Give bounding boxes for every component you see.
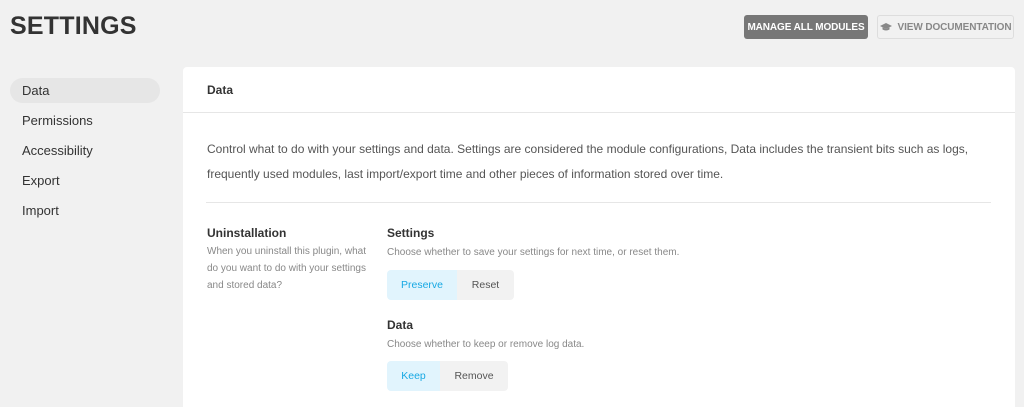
settings-group-description: Choose whether to save your settings for… [387, 247, 680, 258]
keep-button[interactable]: Keep [387, 361, 440, 391]
sidebar-item-data[interactable]: Data [10, 78, 160, 103]
view-documentation-button[interactable]: VIEW DOCUMENTATION [877, 15, 1014, 39]
uninstallation-description: When you uninstall this plugin, what do … [207, 246, 366, 291]
remove-button[interactable]: Remove [440, 361, 508, 391]
graduation-cap-icon [879, 22, 892, 32]
settings-group-title: Settings [387, 226, 435, 240]
data-settings-panel: Data Control what to do with your settin… [183, 67, 1015, 407]
data-toggle-group: Keep Remove [387, 361, 508, 391]
view-documentation-label: VIEW DOCUMENTATION [897, 21, 1012, 33]
page-title: SETTINGS [10, 12, 137, 40]
preserve-button[interactable]: Preserve [387, 270, 457, 300]
section-divider [206, 202, 991, 203]
manage-all-modules-button[interactable]: MANAGE ALL MODULES [744, 15, 868, 39]
data-group-description: Choose whether to keep or remove log dat… [387, 339, 585, 350]
sidebar-item-accessibility[interactable]: Accessibility [10, 138, 160, 163]
reset-button[interactable]: Reset [457, 270, 514, 300]
settings-toggle-group: Preserve Reset [387, 270, 514, 300]
sidebar-nav: Data Permissions Accessibility Export Im… [10, 78, 160, 228]
sidebar-item-export[interactable]: Export [10, 168, 160, 193]
sidebar-item-permissions[interactable]: Permissions [10, 108, 160, 133]
panel-title: Data [183, 67, 1015, 113]
panel-description: Control what to do with your settings an… [207, 142, 969, 181]
sidebar-item-import[interactable]: Import [10, 198, 160, 223]
data-group-title: Data [387, 318, 414, 332]
uninstallation-title: Uninstallation [207, 226, 287, 240]
